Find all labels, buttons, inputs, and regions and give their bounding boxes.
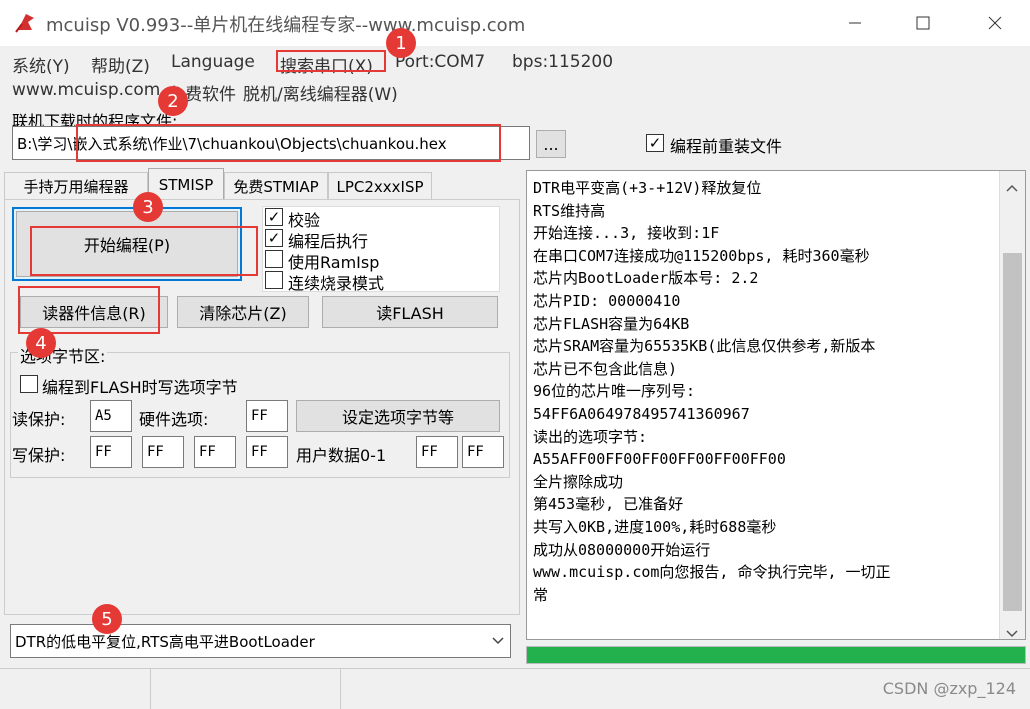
status-divider	[150, 669, 151, 709]
annotation-badge-4: 4	[26, 328, 56, 358]
mode-select[interactable]: DTR的低电平复位,RTS高电平进BootLoader	[10, 624, 511, 658]
read-protect-label: 读保护:	[12, 410, 66, 429]
status-bar: CSDN @zxp_124	[0, 668, 1030, 709]
write-protect-input-2[interactable]: FF	[194, 436, 236, 468]
tab-handheld[interactable]: 手持万用编程器	[4, 172, 148, 200]
progress-fill	[527, 647, 1025, 663]
write-protect-input-3[interactable]: FF	[246, 436, 288, 468]
annotation-box-1	[276, 50, 386, 72]
tab-stmisp[interactable]: STMISP	[148, 168, 224, 200]
write-protect-input-0[interactable]: FF	[90, 436, 132, 468]
log-line: 芯片已不包含此信息)	[533, 359, 678, 378]
ramisp-checkbox[interactable]	[265, 250, 283, 268]
log-line: 芯片PID: 00000410	[533, 291, 681, 310]
read-flash-button[interactable]: 读FLASH	[322, 296, 498, 328]
menu-system[interactable]: 系统(Y)	[12, 52, 70, 77]
annotation-box-2	[76, 124, 501, 162]
minimize-icon[interactable]	[826, 0, 884, 46]
write-option-bytes-checkbox[interactable]	[20, 375, 38, 393]
mode-select-value: DTR的低电平复位,RTS高电平进BootLoader	[15, 632, 315, 651]
menu-language[interactable]: Language	[171, 52, 255, 72]
hw-option-label: 硬件选项:	[139, 410, 209, 429]
check-icon: ✓	[267, 228, 281, 247]
log-line: 开始连接...3, 接收到:1F	[533, 224, 720, 243]
log-scrollbar[interactable]	[999, 171, 1025, 639]
watermark: CSDN @zxp_124	[882, 679, 1016, 698]
annotation-badge-5: 5	[92, 604, 122, 634]
continuous-label: 连续烧录模式	[288, 274, 385, 293]
menu-bps[interactable]: bps:115200	[512, 52, 613, 72]
tab-lpc2xxx[interactable]: LPC2xxxISP	[328, 172, 432, 200]
annotation-badge-1: 1	[386, 28, 416, 58]
run-after-checkbox[interactable]: ✓	[265, 229, 283, 247]
log-line: 共写入0KB,进度100%,耗时688毫秒	[533, 517, 777, 536]
log-line: RTS维持高	[533, 201, 606, 220]
write-option-bytes-label: 编程到FLASH时写选项字节	[42, 378, 238, 397]
tab-free-stmiap[interactable]: 免费STMIAP	[224, 172, 328, 200]
title-bar: mcuisp V0.993--单片机在线编程专家--www.mcuisp.com	[0, 0, 1030, 46]
log-output[interactable]: DTR电平变高(+3-+12V)释放复位 RTS维持高开始连接...3, 接收到:…	[526, 170, 1026, 640]
log-line: 常	[533, 585, 549, 604]
scroll-thumb[interactable]	[1003, 253, 1022, 611]
check-icon: ✓	[648, 133, 662, 152]
close-icon[interactable]	[966, 0, 1024, 46]
maximize-icon[interactable]	[894, 0, 952, 46]
log-line: 芯片FLASH容量为64KB	[533, 314, 690, 333]
scroll-up-icon[interactable]	[1006, 177, 1018, 196]
log-line: 成功从08000000开始运行	[533, 540, 711, 559]
annotation-box-3	[30, 226, 258, 276]
browse-button[interactable]: ...	[536, 130, 566, 158]
window-title: mcuisp V0.993--单片机在线编程专家--www.mcuisp.com	[46, 15, 526, 36]
reload-checkbox[interactable]: ✓	[646, 134, 664, 152]
user-data-input-0[interactable]: FF	[416, 436, 458, 468]
continuous-checkbox[interactable]	[265, 271, 283, 289]
chevron-down-icon	[486, 637, 510, 645]
log-line: 芯片SRAM容量为65535KB(此信息仅供参考,新版本	[533, 337, 876, 356]
log-line: 全片擦除成功	[533, 472, 624, 491]
progress-bar	[526, 646, 1026, 664]
log-line: 第453毫秒, 已准备好	[533, 495, 684, 514]
write-protect-input-1[interactable]: FF	[142, 436, 184, 468]
log-line: 在串口COM7连接成功@115200bps, 耗时360毫秒	[533, 246, 870, 265]
verify-checkbox[interactable]: ✓	[265, 208, 283, 226]
check-icon: ✓	[267, 207, 281, 226]
menu-help[interactable]: 帮助(Z)	[91, 52, 150, 77]
log-line: A55AFF00FF00FF00FF00FF00FF00	[533, 450, 786, 469]
reload-label: 编程前重装文件	[670, 137, 783, 156]
user-data-label: 用户数据0-1	[296, 446, 387, 465]
annotation-box-4	[18, 286, 160, 334]
app-logo-icon	[14, 10, 38, 34]
annotation-badge-2: 2	[158, 86, 188, 116]
scroll-down-icon[interactable]	[1006, 623, 1018, 639]
menu-website[interactable]: www.mcuisp.com	[12, 80, 160, 100]
log-lines: DTR电平变高(+3-+12V)释放复位 RTS维持高开始连接...3, 接收到:…	[533, 177, 995, 606]
log-line: DTR电平变高(+3-+12V)释放复位	[533, 179, 762, 197]
status-divider	[340, 669, 341, 709]
write-protect-label: 写保护:	[12, 446, 66, 465]
log-line: 芯片内BootLoader版本号: 2.2	[533, 269, 759, 288]
log-line: 96位的芯片唯一序列号:	[533, 382, 696, 401]
read-protect-input[interactable]: A5	[90, 400, 132, 432]
user-data-input-1[interactable]: FF	[462, 436, 504, 468]
menu-offline-programmer[interactable]: 脱机/离线编程器(W)	[243, 80, 398, 105]
log-line: www.mcuisp.com向您报告, 命令执行完毕, 一切正	[533, 563, 891, 582]
log-line: 54FF6A064978495741360967	[533, 404, 750, 423]
hw-option-input[interactable]: FF	[246, 400, 288, 432]
annotation-badge-3: 3	[133, 192, 163, 222]
erase-chip-button[interactable]: 清除芯片(Z)	[177, 296, 309, 328]
log-line: 读出的选项字节:	[533, 427, 648, 446]
set-option-bytes-button[interactable]: 设定选项字节等	[296, 400, 500, 432]
